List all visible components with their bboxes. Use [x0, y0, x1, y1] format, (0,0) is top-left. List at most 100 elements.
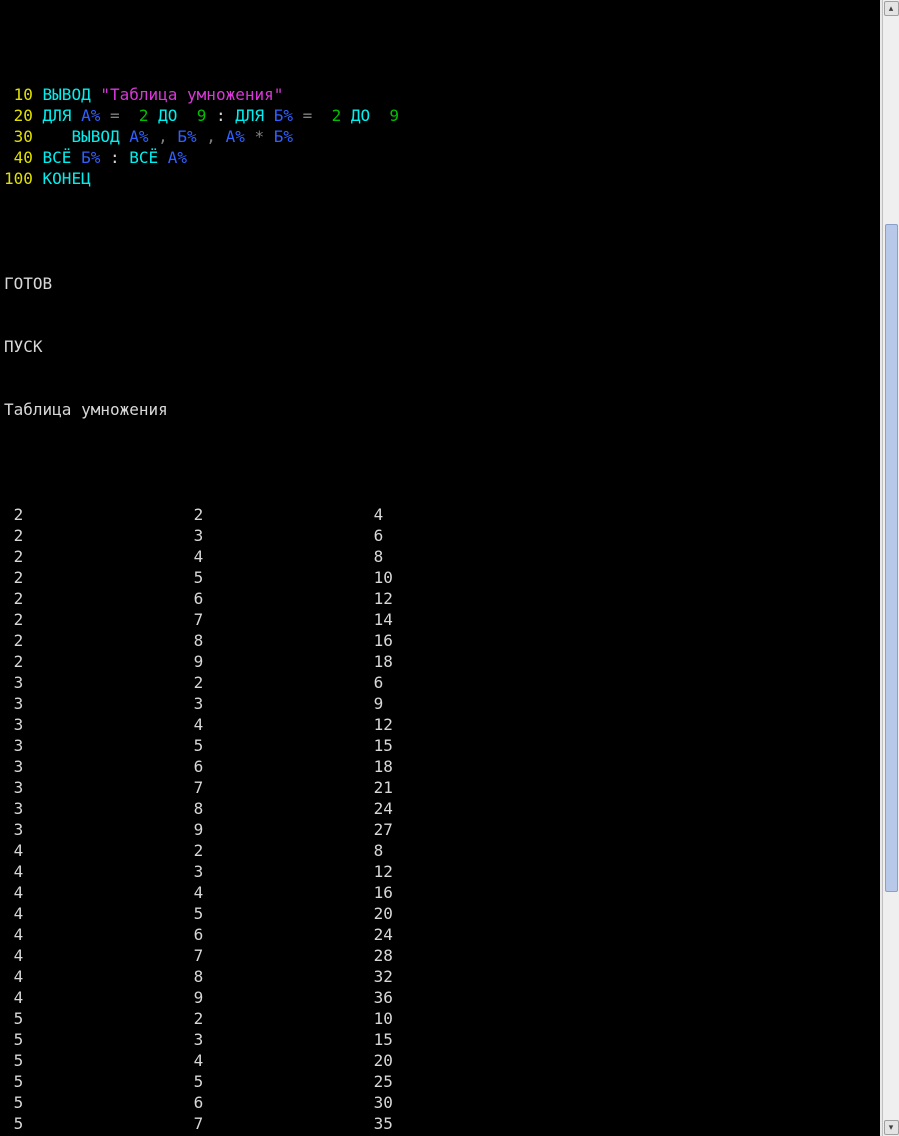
cell-product: 12: [364, 588, 393, 609]
table-row: 3 2 6: [4, 672, 880, 693]
cell-product: 8: [364, 546, 383, 567]
terminal-output[interactable]: 10 ВЫВОД "Таблица умножения" 20 ДЛЯ А% =…: [0, 0, 880, 1136]
code-line: 10 ВЫВОД "Таблица умножения": [4, 84, 880, 105]
table-row: 5 2 10: [4, 1008, 880, 1029]
cell-product: 15: [364, 735, 393, 756]
cell-a: 4: [4, 945, 184, 966]
cell-b: 8: [184, 798, 364, 819]
table-row: 5 6 30: [4, 1092, 880, 1113]
cell-a: 4: [4, 966, 184, 987]
cell-product: 24: [364, 924, 393, 945]
code-token: А%: [226, 127, 245, 146]
table-row: 5 7 35: [4, 1113, 880, 1134]
status-run: ПУСК: [4, 336, 880, 357]
scrollbar-thumb[interactable]: [885, 224, 898, 892]
code-token: ,: [197, 127, 226, 146]
cell-b: 7: [184, 945, 364, 966]
code-token: *: [245, 127, 274, 146]
cell-product: 30: [364, 1092, 393, 1113]
cell-b: 2: [184, 1008, 364, 1029]
cell-b: 4: [184, 882, 364, 903]
cell-b: 6: [184, 1092, 364, 1113]
cell-product: 10: [364, 567, 393, 588]
cell-product: 6: [364, 672, 383, 693]
cell-a: 3: [4, 714, 184, 735]
cell-b: 2: [184, 504, 364, 525]
code-line: 100 КОНЕЦ: [4, 168, 880, 189]
table-row: 4 6 24: [4, 924, 880, 945]
cell-product: 14: [364, 609, 393, 630]
cell-a: 3: [4, 672, 184, 693]
code-token: =: [100, 106, 139, 125]
code-token: ВЫВОД: [33, 127, 129, 146]
code-token: =: [293, 106, 332, 125]
cell-product: 9: [364, 693, 383, 714]
table-row: 5 4 20: [4, 1050, 880, 1071]
cell-a: 3: [4, 693, 184, 714]
table-row: 3 8 24: [4, 798, 880, 819]
cell-b: 3: [184, 693, 364, 714]
line-number: 100: [4, 169, 33, 188]
cell-product: 25: [364, 1071, 393, 1092]
code-line: 20 ДЛЯ А% = 2 ДО 9 : ДЛЯ Б% = 2 ДО 9: [4, 105, 880, 126]
table-row: 2 8 16: [4, 630, 880, 651]
line-number: 30: [4, 127, 33, 146]
status-ready: ГОТОВ: [4, 273, 880, 294]
code-token: ДЛЯ: [235, 106, 274, 125]
cell-b: 2: [184, 840, 364, 861]
cell-product: 16: [364, 630, 393, 651]
code-token: А%: [168, 148, 187, 167]
cell-a: 5: [4, 1008, 184, 1029]
code-token: ВСЁ: [33, 148, 81, 167]
code-token: 9: [197, 106, 207, 125]
cell-a: 4: [4, 840, 184, 861]
table-row: 3 3 9: [4, 693, 880, 714]
code-token: 9: [389, 106, 399, 125]
table-row: 4 4 16: [4, 882, 880, 903]
cell-product: 27: [364, 819, 393, 840]
cell-a: 4: [4, 924, 184, 945]
scrollbar-track[interactable]: [884, 16, 898, 1120]
cell-a: 3: [4, 777, 184, 798]
table-row: 5 3 15: [4, 1029, 880, 1050]
output-title: Таблица умножения: [4, 399, 880, 420]
cell-product: 36: [364, 987, 393, 1008]
cell-a: 2: [4, 588, 184, 609]
cell-product: 35: [364, 1113, 393, 1134]
cell-b: 2: [184, 672, 364, 693]
table-row: 2 7 14: [4, 609, 880, 630]
chevron-up-icon: ▴: [889, 3, 894, 14]
scroll-up-button[interactable]: ▴: [884, 1, 899, 16]
cell-b: 9: [184, 819, 364, 840]
code-token: КОНЕЦ: [33, 169, 91, 188]
cell-product: 12: [364, 861, 393, 882]
cell-a: 5: [4, 1113, 184, 1134]
cell-a: 2: [4, 525, 184, 546]
cell-b: 7: [184, 1113, 364, 1134]
code-token: :: [100, 148, 129, 167]
cell-a: 3: [4, 798, 184, 819]
cell-product: 24: [364, 798, 393, 819]
code-token: Б%: [274, 127, 293, 146]
code-token: ,: [149, 127, 178, 146]
cell-b: 4: [184, 546, 364, 567]
code-token: Б%: [177, 127, 196, 146]
line-number: 10: [4, 85, 33, 104]
table-row: 3 6 18: [4, 756, 880, 777]
cell-product: 18: [364, 651, 393, 672]
table-row: 4 2 8: [4, 840, 880, 861]
code-token: Б%: [81, 148, 100, 167]
table-row: 2 2 4: [4, 504, 880, 525]
cell-product: 21: [364, 777, 393, 798]
table-row: 2 5 10: [4, 567, 880, 588]
cell-b: 5: [184, 1071, 364, 1092]
cell-b: 3: [184, 861, 364, 882]
cell-b: 6: [184, 924, 364, 945]
cell-product: 4: [364, 504, 383, 525]
table-row: 3 4 12: [4, 714, 880, 735]
scroll-down-button[interactable]: ▾: [884, 1120, 899, 1135]
code-token: ДО: [341, 106, 389, 125]
vertical-scrollbar[interactable]: ▴ ▾: [882, 0, 899, 1136]
cell-b: 7: [184, 609, 364, 630]
cell-b: 3: [184, 525, 364, 546]
